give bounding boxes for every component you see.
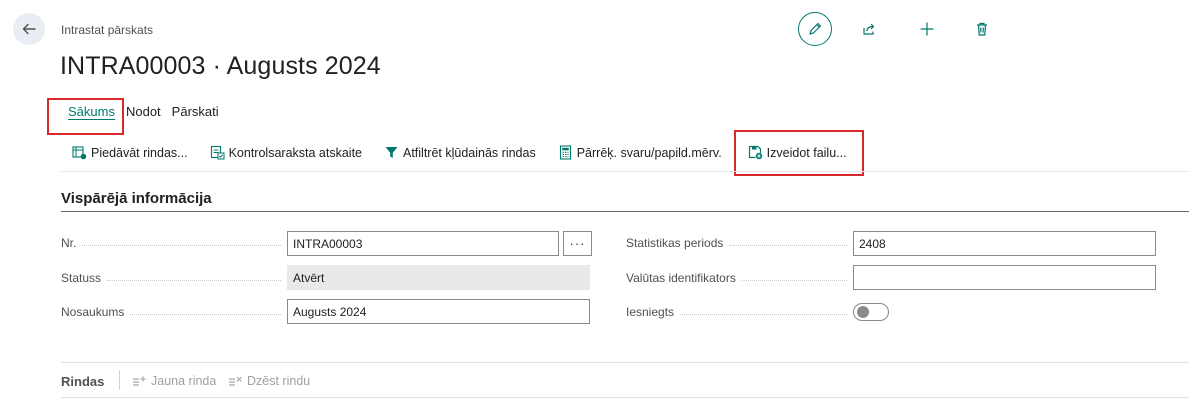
tab-submit[interactable]: Nodot	[126, 104, 161, 126]
filter-icon	[385, 147, 398, 158]
pencil-icon	[809, 22, 822, 35]
recalc-weight-button[interactable]: Pārrēķ. svaru/papild.mērv.	[558, 145, 722, 160]
create-file-button[interactable]: Izveidot failu...	[748, 145, 847, 160]
description-field-label: Nosaukums	[61, 305, 281, 319]
section-divider	[61, 211, 1189, 212]
create-file-label: Izveidot failu...	[766, 145, 847, 160]
status-value: Atvērt	[287, 265, 590, 290]
leader-dots	[107, 279, 281, 281]
new-line-button[interactable]: Jauna rinda	[132, 374, 216, 388]
stat-period-field-label: Statistikas periods	[626, 236, 847, 250]
no-label-text: Nr.	[61, 236, 77, 250]
description-label-text: Nosaukums	[61, 305, 125, 319]
delete-line-icon	[229, 376, 242, 386]
share-button[interactable]	[858, 18, 880, 40]
checklist-report-label: Kontrolsaraksta atskaite	[228, 145, 362, 160]
reported-field-label: Iesniegts	[626, 305, 847, 319]
toggle-knob	[857, 306, 869, 318]
toolbar-divider	[61, 171, 1189, 172]
delete-line-label: Dzēst rindu	[247, 374, 311, 388]
new-line-icon	[133, 376, 146, 386]
breadcrumb: Intrastat pārskats	[61, 23, 154, 37]
share-icon	[863, 23, 875, 35]
status-field-label: Statuss	[61, 271, 281, 285]
lines-divider	[61, 362, 1189, 363]
currency-label-text: Valūtas identifikators	[626, 271, 736, 285]
calculator-icon	[559, 145, 571, 160]
trash-icon	[977, 22, 987, 36]
recalc-weight-label: Pārrēķ. svaru/papild.mērv.	[576, 145, 722, 160]
new-line-label: Jauna rinda	[151, 374, 217, 388]
reported-toggle[interactable]	[853, 303, 889, 321]
new-button[interactable]	[916, 18, 938, 40]
save-file-icon	[748, 145, 762, 160]
currency-input[interactable]	[853, 265, 1156, 290]
tab-reports[interactable]: Pārskati	[172, 104, 219, 126]
stat-period-input[interactable]: 2408	[853, 231, 1156, 256]
edit-button[interactable]	[798, 12, 832, 46]
action-tabs: Sākums Nodot Pārskati	[61, 104, 230, 126]
general-section-title: Vispārējā informācija	[61, 190, 212, 207]
filter-error-lines-button[interactable]: Atfiltrēt kļūdainās rindas	[384, 145, 536, 160]
arrow-left-icon	[22, 23, 36, 35]
lines-separator	[119, 370, 120, 390]
no-lookup-button[interactable]: ···	[563, 231, 592, 256]
suggest-lines-icon	[72, 146, 87, 160]
delete-line-button[interactable]: Dzēst rindu	[228, 374, 310, 388]
stat-period-label-text: Statistikas periods	[626, 236, 724, 250]
page-title: INTRA00003 · Augusts 2024	[60, 52, 381, 80]
back-button[interactable]	[13, 13, 45, 45]
leader-dots	[729, 244, 847, 246]
status-label-text: Statuss	[61, 271, 102, 285]
lines-section-title: Rindas	[61, 374, 105, 389]
leader-dots	[741, 279, 847, 281]
no-field-label: Nr.	[61, 236, 281, 250]
checklist-report-button[interactable]: Kontrolsaraksta atskaite	[210, 145, 362, 160]
no-input[interactable]: INTRA00003	[287, 231, 559, 256]
report-icon	[210, 145, 225, 160]
lines-grid-header-line	[61, 397, 1189, 398]
filter-error-lines-label: Atfiltrēt kļūdainās rindas	[403, 145, 536, 160]
suggest-lines-button[interactable]: Piedāvāt rindas...	[72, 145, 188, 160]
leader-dots	[130, 313, 281, 315]
reported-label-text: Iesniegts	[626, 305, 675, 319]
leader-dots	[82, 244, 281, 246]
plus-icon	[920, 22, 934, 36]
action-toolbar: Piedāvāt rindas... Kontrolsaraksta atska…	[72, 145, 869, 160]
suggest-lines-label: Piedāvāt rindas...	[91, 145, 188, 160]
currency-field-label: Valūtas identifikators	[626, 271, 847, 285]
leader-dots	[680, 313, 847, 315]
header-actions	[798, 12, 993, 46]
tab-home[interactable]: Sākums	[68, 104, 115, 126]
delete-button[interactable]	[971, 18, 993, 40]
description-input[interactable]: Augusts 2024	[287, 299, 590, 324]
